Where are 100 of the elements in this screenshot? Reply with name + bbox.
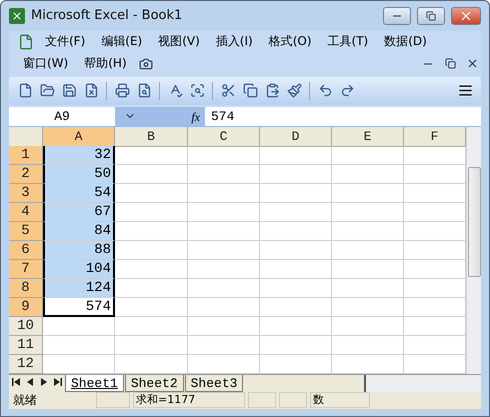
table-cell[interactable] (115, 278, 188, 298)
table-cell[interactable] (332, 164, 404, 184)
table-cell[interactable] (260, 184, 332, 203)
table-cell[interactable] (188, 316, 260, 336)
table-cell[interactable] (260, 298, 332, 317)
menu-item[interactable]: 编辑(E) (95, 32, 148, 52)
document-icon[interactable] (17, 32, 35, 51)
row-header[interactable]: 9 (9, 298, 43, 317)
table-cell[interactable] (115, 298, 188, 317)
last-sheet-icon[interactable] (54, 378, 62, 386)
table-cell[interactable] (332, 240, 404, 260)
table-cell[interactable] (115, 184, 188, 203)
table-cell[interactable] (188, 336, 260, 355)
table-cell[interactable] (332, 222, 404, 241)
table-cell[interactable]: 574 (43, 298, 115, 317)
table-cell[interactable] (260, 146, 332, 165)
table-cell[interactable] (332, 316, 404, 336)
formula-field[interactable]: 574 (205, 106, 481, 126)
row-header[interactable]: 10 (9, 316, 43, 336)
table-cell[interactable] (188, 240, 260, 260)
horizontal-scrollbar[interactable] (364, 374, 481, 392)
table-cell[interactable] (115, 260, 188, 279)
menu-item[interactable]: 文件(F) (39, 32, 92, 52)
vertical-scrollbar[interactable] (466, 126, 481, 374)
table-cell[interactable]: 104 (43, 260, 115, 279)
row-header[interactable]: 3 (9, 184, 43, 203)
table-cell[interactable] (188, 298, 260, 317)
table-cell[interactable] (188, 278, 260, 298)
table-cell[interactable]: 54 (43, 184, 115, 203)
select-all-corner[interactable] (9, 126, 43, 147)
column-header[interactable]: A (43, 126, 115, 147)
table-cell[interactable] (115, 164, 188, 184)
row-header[interactable]: 6 (9, 240, 43, 260)
table-cell[interactable]: 50 (43, 164, 115, 184)
table-cell[interactable] (43, 316, 115, 336)
name-box[interactable]: A9 (9, 106, 115, 126)
next-sheet-icon[interactable] (41, 378, 47, 386)
table-cell[interactable] (260, 202, 332, 222)
table-cell[interactable] (260, 260, 332, 279)
sheet-tab[interactable]: Sheet3 (184, 374, 244, 392)
table-cell[interactable] (332, 184, 404, 203)
table-cell[interactable] (260, 164, 332, 184)
row-header[interactable]: 5 (9, 222, 43, 241)
table-cell[interactable] (188, 146, 260, 165)
table-cell[interactable] (260, 222, 332, 241)
table-cell[interactable] (332, 278, 404, 298)
table-cell[interactable] (260, 278, 332, 298)
menu-item[interactable]: 帮助(H) (78, 54, 133, 74)
menu-item[interactable]: 格式(O) (262, 32, 318, 52)
table-cell[interactable] (188, 164, 260, 184)
insert-function-button[interactable]: fx (179, 106, 205, 126)
table-cell[interactable] (332, 202, 404, 222)
row-header[interactable]: 12 (9, 354, 43, 374)
sheet-tab[interactable]: Sheet2 (124, 374, 184, 392)
table-cell[interactable] (115, 222, 188, 241)
table-cell[interactable]: 124 (43, 278, 115, 298)
table-cell[interactable]: 88 (43, 240, 115, 260)
table-cell[interactable] (115, 146, 188, 165)
table-cell[interactable] (332, 336, 404, 355)
row-header[interactable]: 2 (9, 164, 43, 184)
table-cell[interactable] (188, 202, 260, 222)
row-header[interactable]: 8 (9, 278, 43, 298)
close-button[interactable] (451, 6, 481, 25)
column-header[interactable]: F (404, 126, 466, 147)
table-cell[interactable] (115, 316, 188, 336)
column-header[interactable]: B (115, 126, 188, 147)
table-cell[interactable] (188, 184, 260, 203)
table-cell[interactable] (332, 298, 404, 317)
table-cell[interactable] (188, 260, 260, 279)
table-cell[interactable] (115, 240, 188, 260)
row-header[interactable]: 1 (9, 146, 43, 165)
sheet-tab[interactable]: Sheet1 (65, 374, 124, 392)
first-sheet-icon[interactable] (12, 378, 20, 386)
column-header[interactable]: D (260, 126, 332, 147)
column-header[interactable]: C (188, 126, 260, 147)
table-cell[interactable] (115, 336, 188, 355)
maximize-button[interactable] (417, 6, 445, 25)
menu-item[interactable]: 数据(D) (378, 32, 433, 52)
menu-item[interactable]: 插入(I) (210, 32, 259, 52)
menu-item[interactable]: 窗口(W) (17, 54, 74, 74)
column-header[interactable]: E (332, 126, 404, 147)
table-cell[interactable]: 84 (43, 222, 115, 241)
menu-item[interactable]: 视图(V) (152, 32, 206, 52)
table-cell[interactable] (332, 260, 404, 279)
table-cell[interactable] (260, 336, 332, 355)
table-cell[interactable] (43, 354, 115, 374)
row-header[interactable]: 11 (9, 336, 43, 355)
table-cell[interactable] (260, 316, 332, 336)
table-cell[interactable]: 67 (43, 202, 115, 222)
row-header[interactable]: 7 (9, 260, 43, 279)
previous-sheet-icon[interactable] (27, 378, 33, 386)
table-cell[interactable]: 32 (43, 146, 115, 165)
table-cell[interactable] (188, 222, 260, 241)
row-header[interactable]: 4 (9, 202, 43, 222)
table-cell[interactable] (115, 202, 188, 222)
table-cell[interactable] (43, 336, 115, 355)
table-cell[interactable] (332, 146, 404, 165)
table-cell[interactable] (260, 240, 332, 260)
menu-item[interactable]: 工具(T) (322, 32, 374, 52)
scroll-thumb[interactable] (468, 166, 480, 277)
